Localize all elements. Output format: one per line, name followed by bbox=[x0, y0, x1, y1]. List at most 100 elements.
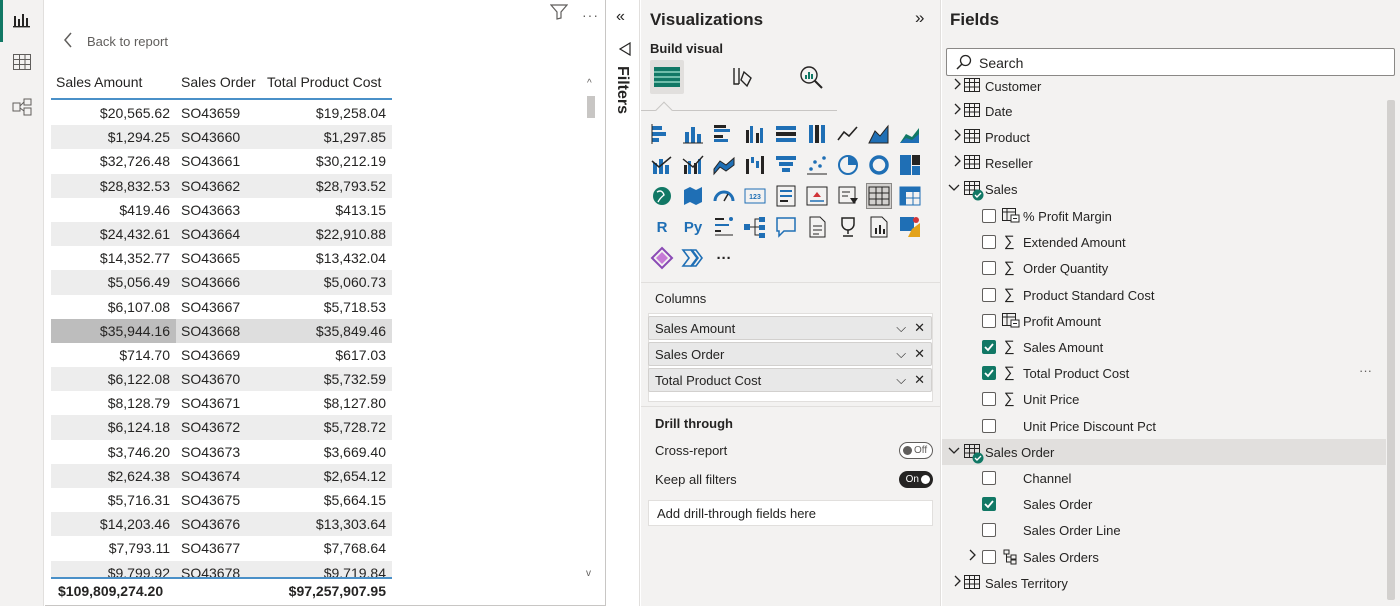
back-to-report-button[interactable]: Back to report bbox=[63, 32, 168, 51]
treemap-icon[interactable] bbox=[898, 153, 922, 177]
key-influencers-icon[interactable] bbox=[712, 215, 736, 239]
chevron-down-icon[interactable]: ⌵ bbox=[896, 320, 906, 336]
line-chart-icon[interactable] bbox=[836, 122, 860, 146]
line-clustered-column-icon[interactable] bbox=[681, 153, 705, 177]
table-view-icon[interactable] bbox=[8, 48, 36, 76]
build-visual-tab[interactable] bbox=[650, 60, 684, 94]
table-node-sales_order[interactable]: Sales Order bbox=[942, 439, 1386, 465]
table-node-sales_territory[interactable]: Sales Territory bbox=[942, 570, 1386, 596]
table-row[interactable]: $9,799.92 SO43678 $9,719.84 bbox=[51, 560, 392, 578]
report-view-icon[interactable] bbox=[8, 6, 36, 34]
scroll-thumb[interactable] bbox=[587, 96, 595, 118]
matrix-icon[interactable] bbox=[898, 184, 922, 208]
table-row[interactable]: $20,565.62 SO43659 $19,258.04 bbox=[51, 101, 392, 125]
chevron-down-icon[interactable]: ⌵ bbox=[896, 346, 906, 362]
chevron-down-icon[interactable] bbox=[948, 444, 960, 459]
field-product-standard-cost[interactable]: ∑ Product Standard Cost bbox=[942, 282, 1386, 308]
field-checkbox[interactable] bbox=[982, 392, 996, 407]
table-row[interactable]: $3,746.20 SO43673 $3,669.40 bbox=[51, 440, 392, 464]
fields-search-input[interactable]: Search bbox=[946, 48, 1395, 76]
field-checkbox[interactable] bbox=[982, 313, 996, 328]
metrics-icon[interactable] bbox=[836, 215, 860, 239]
table-row[interactable]: $6,107.08 SO43667 $5,718.53 bbox=[51, 295, 392, 319]
field-checkbox[interactable] bbox=[982, 209, 996, 223]
table-row[interactable]: $714.70 SO43669 $617.03 bbox=[51, 343, 392, 367]
gauge-icon[interactable] bbox=[712, 184, 736, 208]
field-sales-order[interactable]: Sales Order bbox=[942, 491, 1386, 517]
python-visual-icon[interactable]: Py bbox=[681, 215, 705, 239]
clustered-column-icon[interactable] bbox=[743, 122, 767, 146]
remove-field-icon[interactable]: ✕ bbox=[914, 372, 925, 388]
field-checkbox[interactable] bbox=[982, 261, 996, 276]
table-node-date[interactable]: Date bbox=[942, 98, 1386, 124]
table-row[interactable]: $14,352.77 SO43665 $13,432.04 bbox=[51, 246, 392, 270]
chevron-right-icon[interactable] bbox=[951, 575, 963, 590]
chevron-right-icon[interactable] bbox=[951, 155, 963, 170]
keep-all-filters-toggle[interactable]: On bbox=[899, 471, 933, 488]
chevron-right-icon[interactable] bbox=[951, 78, 963, 93]
drill-through-drop-zone[interactable]: Add drill-through fields here bbox=[648, 500, 933, 526]
funnel-icon[interactable] bbox=[774, 153, 798, 177]
table-row[interactable]: $7,793.11 SO43677 $7,768.64 bbox=[51, 536, 392, 560]
field-checkbox[interactable] bbox=[982, 471, 996, 485]
table-row[interactable]: $32,726.48 SO43661 $30,212.19 bbox=[51, 149, 392, 173]
field-more-options-icon[interactable]: ··· bbox=[1359, 363, 1372, 378]
field-checkbox[interactable] bbox=[982, 497, 996, 512]
field-sales-amount[interactable]: ∑ Sales Amount bbox=[942, 334, 1386, 360]
chevron-right-icon[interactable] bbox=[966, 549, 978, 564]
table-row[interactable]: $419.46 SO43663 $413.15 bbox=[51, 198, 392, 222]
stacked-column-icon[interactable] bbox=[681, 122, 705, 146]
decomposition-tree-icon[interactable] bbox=[743, 215, 767, 239]
table-row[interactable]: $6,124.18 SO43672 $5,728.72 bbox=[51, 415, 392, 440]
ribbon-chart-icon[interactable] bbox=[712, 153, 736, 177]
more-options-icon[interactable]: ··· bbox=[582, 7, 599, 23]
expand-filters-icon[interactable]: « bbox=[616, 8, 625, 26]
field-checkbox[interactable] bbox=[982, 549, 996, 564]
power-apps-icon[interactable] bbox=[898, 215, 922, 239]
filter-icon[interactable] bbox=[549, 4, 569, 25]
stacked-area-icon[interactable] bbox=[898, 122, 922, 146]
well-field-sales-order[interactable]: Sales Order ⌵ ✕ bbox=[648, 342, 932, 366]
scroll-up-icon[interactable]: ^ bbox=[587, 78, 592, 89]
table-node-sales[interactable]: Sales bbox=[942, 176, 1386, 202]
slicer-icon[interactable] bbox=[836, 184, 860, 208]
stacked-bar-icon[interactable] bbox=[650, 122, 674, 146]
table-node-customer[interactable]: Customer bbox=[942, 78, 1386, 99]
chevron-down-icon[interactable] bbox=[948, 181, 960, 196]
remove-field-icon[interactable]: ✕ bbox=[914, 320, 925, 336]
field-channel[interactable]: Channel bbox=[942, 465, 1386, 491]
smart-narrative-icon[interactable] bbox=[805, 215, 829, 239]
line-column-icon[interactable] bbox=[650, 153, 674, 177]
scatter-icon[interactable] bbox=[805, 153, 829, 177]
map-icon[interactable] bbox=[650, 184, 674, 208]
field-checkbox[interactable] bbox=[982, 287, 996, 302]
pie-chart-icon[interactable] bbox=[836, 153, 860, 177]
stacked-bar-100-icon[interactable] bbox=[774, 122, 798, 146]
table-row[interactable]: $2,624.38 SO43674 $2,654.12 bbox=[51, 463, 392, 488]
waterfall-icon[interactable] bbox=[743, 153, 767, 177]
table-row[interactable]: $14,203.46 SO43676 $13,303.64 bbox=[51, 512, 392, 537]
field-sales-orders[interactable]: Sales Orders bbox=[942, 544, 1386, 570]
filled-map-icon[interactable] bbox=[681, 184, 705, 208]
r-visual-icon[interactable]: R bbox=[650, 215, 674, 239]
field-order-quantity[interactable]: ∑ Order Quantity bbox=[942, 255, 1386, 281]
power-automate-icon[interactable] bbox=[650, 246, 674, 270]
chevron-right-icon[interactable] bbox=[951, 103, 963, 118]
filters-pane-collapsed[interactable]: « Filters bbox=[607, 0, 640, 606]
clustered-bar-icon[interactable] bbox=[712, 122, 736, 146]
field-unit-price[interactable]: ∑ Unit Price bbox=[942, 386, 1386, 412]
column-header-total-product-cost[interactable]: Total Product Cost bbox=[267, 74, 381, 90]
stacked-column-100-icon[interactable] bbox=[805, 122, 829, 146]
chevron-down-icon[interactable]: ⌵ bbox=[896, 372, 906, 388]
chevron-right-icon[interactable] bbox=[951, 129, 963, 144]
scroll-down-icon[interactable]: v bbox=[586, 568, 591, 579]
paginated-report-icon[interactable] bbox=[867, 215, 891, 239]
fields-scrollbar[interactable] bbox=[1386, 100, 1396, 600]
column-header-sales-amount[interactable]: Sales Amount bbox=[56, 74, 142, 90]
table-visual-icon[interactable] bbox=[866, 183, 892, 209]
table-row[interactable]: $5,056.49 SO43666 $5,060.73 bbox=[51, 270, 392, 295]
table-row[interactable]: $24,432.61 SO43664 $22,910.88 bbox=[51, 221, 392, 247]
table-row[interactable]: $8,128.79 SO43671 $8,127.80 bbox=[51, 391, 392, 415]
more-visuals-icon[interactable]: ··· bbox=[712, 246, 736, 270]
cross-report-toggle[interactable]: Off bbox=[899, 442, 933, 459]
